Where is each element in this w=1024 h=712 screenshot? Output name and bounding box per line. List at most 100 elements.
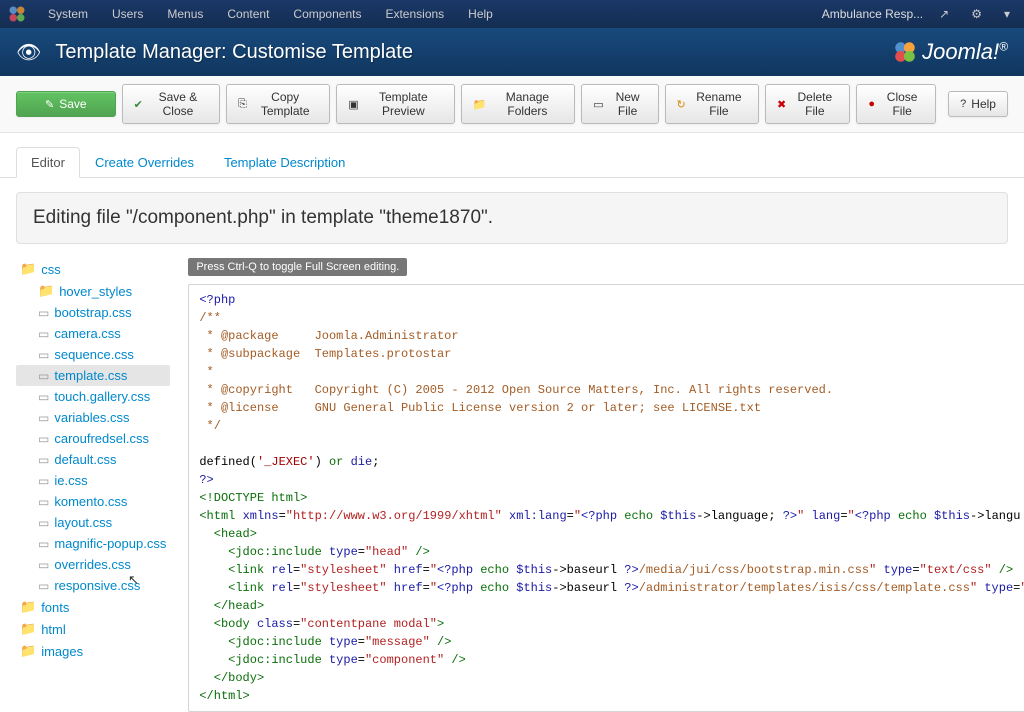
admin-menubar: System Users Menus Content Components Ex… — [0, 0, 1024, 28]
code-content[interactable]: <?php /** * @package Joomla.Administrato… — [189, 285, 1024, 711]
new-file-button[interactable]: ▭New File — [581, 84, 658, 124]
tree-folder-fonts[interactable]: 📁 fonts — [16, 596, 170, 618]
save-close-button[interactable]: ✔Save & Close — [122, 84, 221, 124]
folder-icon: 📁 — [20, 599, 36, 615]
tree-folder-hover_styles[interactable]: 📁 hover_styles — [16, 280, 170, 302]
tree-file-komento-css[interactable]: ▭ komento.css — [16, 491, 170, 512]
tree-item-label: fonts — [41, 600, 69, 615]
menu-help[interactable]: Help — [456, 0, 505, 28]
main-area: 📁css📁hover_styles▭bootstrap.css▭camera.c… — [0, 258, 1024, 712]
file-icon: ▭ — [593, 98, 603, 111]
file-icon: ▭ — [38, 495, 49, 509]
tree-file-touch-gallery-css[interactable]: ▭touch.gallery.css — [16, 386, 170, 407]
folder-icon: 📁 — [20, 621, 36, 637]
file-icon: ▭ — [38, 369, 49, 383]
tree-item-label: images — [41, 644, 83, 659]
folder-icon: 📁 — [38, 283, 54, 299]
tree-folder-images[interactable]: 📁 images — [16, 640, 170, 662]
editor-hint: Press Ctrl-Q to toggle Full Screen editi… — [188, 258, 407, 276]
menu-extensions[interactable]: Extensions — [373, 0, 456, 28]
admin-menu: System Users Menus Content Components Ex… — [36, 0, 822, 28]
external-link-icon[interactable]: ↗ — [933, 7, 955, 21]
save-button[interactable]: ✎Save — [16, 91, 116, 117]
tab-editor[interactable]: Editor — [16, 147, 80, 178]
tree-item-label: komento.css — [54, 494, 127, 509]
tab-template-description[interactable]: Template Description — [209, 147, 360, 178]
delete-file-button[interactable]: ✖Delete File — [765, 84, 850, 124]
tree-file-layout-css[interactable]: ▭layout.css — [16, 512, 170, 533]
refresh-icon: ↻ — [677, 98, 686, 111]
tree-file-caroufredsel-css[interactable]: ▭caroufredsel.css — [16, 428, 170, 449]
chevron-down-icon[interactable]: ▾ — [998, 7, 1016, 21]
menu-content[interactable]: Content — [215, 0, 281, 28]
editing-file-heading: Editing file "/component.php" in templat… — [16, 192, 1008, 244]
tree-item-label: camera.css — [54, 326, 120, 341]
menu-menus[interactable]: Menus — [155, 0, 215, 28]
tree-file-ie-css[interactable]: ▭ ie.css — [16, 470, 170, 491]
file-icon: ▭ — [38, 537, 49, 551]
folder-icon: 📁 — [20, 261, 36, 277]
tree-file-magnific-popup-css[interactable]: ▭ magnific-popup.css — [16, 533, 170, 554]
tabs: Editor Create Overrides Template Descrip… — [0, 133, 1024, 178]
file-icon: ▭ — [38, 516, 49, 530]
file-icon: ▭ — [38, 306, 49, 320]
tree-item-label: ie.css — [54, 473, 87, 488]
tree-item-label: overrides.css — [54, 557, 131, 572]
file-icon: ▭ — [38, 579, 49, 593]
help-button[interactable]: ?Help — [948, 91, 1008, 117]
file-icon: ▭ — [38, 432, 49, 446]
tree-item-label: default.css — [54, 452, 116, 467]
tree-folder-css[interactable]: 📁 css — [16, 258, 170, 280]
file-icon: ▭ — [38, 453, 49, 467]
tree-item-label: hover_styles — [59, 284, 132, 299]
folder-icon: 📁 — [20, 643, 36, 659]
toolbar: ✎Save ✔Save & Close ⎘Copy Template ▣Temp… — [0, 76, 1024, 133]
tree-file-sequence-css[interactable]: ▭ sequence.css — [16, 344, 170, 365]
joomla-icon — [8, 5, 26, 23]
file-icon: ▭ — [38, 348, 49, 362]
delete-icon: ✖ — [777, 98, 786, 111]
close-icon: ● — [868, 98, 875, 110]
admin-right: Ambulance Resp... ↗ ⚙ ▾ — [822, 7, 1016, 21]
tree-file-camera-css[interactable]: ▭camera.css — [16, 323, 170, 344]
gear-icon[interactable]: ⚙ — [965, 7, 988, 21]
file-tree: 📁css📁hover_styles▭bootstrap.css▭camera.c… — [16, 258, 170, 712]
tree-file-responsive-css[interactable]: ▭ responsive.css — [16, 575, 170, 596]
tree-item-label: css — [41, 262, 61, 277]
code-editor[interactable]: <?php /** * @package Joomla.Administrato… — [188, 284, 1024, 712]
folder-icon: 📁 — [473, 98, 487, 111]
joomla-logo-icon — [892, 39, 918, 65]
brand-text: Joomla!® — [922, 39, 1008, 65]
copy-template-button[interactable]: ⎘Copy Template — [226, 84, 330, 124]
tree-folder-html[interactable]: 📁 html — [16, 618, 170, 640]
template-preview-button[interactable]: ▣Template Preview — [336, 84, 454, 124]
menu-system[interactable]: System — [36, 0, 100, 28]
tree-file-bootstrap-css[interactable]: ▭bootstrap.css — [16, 302, 170, 323]
tab-create-overrides[interactable]: Create Overrides — [80, 147, 209, 178]
tree-item-label: magnific-popup.css — [54, 536, 166, 551]
page-title: Template Manager: Customise Template — [55, 41, 892, 64]
site-name-link[interactable]: Ambulance Resp... — [822, 7, 923, 21]
tree-item-label: sequence.css — [54, 347, 134, 362]
menu-components[interactable]: Components — [281, 0, 373, 28]
editor-area: Press Ctrl-Q to toggle Full Screen editi… — [188, 258, 1024, 712]
tree-item-label: responsive.css — [54, 578, 140, 593]
tree-file-variables-css[interactable]: ▭variables.css — [16, 407, 170, 428]
rename-file-button[interactable]: ↻Rename File — [665, 84, 760, 124]
file-icon: ▭ — [38, 474, 49, 488]
tree-item-label: html — [41, 622, 66, 637]
manage-folders-button[interactable]: 📁Manage Folders — [461, 84, 575, 124]
tree-file-default-css[interactable]: ▭ default.css — [16, 449, 170, 470]
tree-item-label: template.css — [54, 368, 127, 383]
file-icon: ▭ — [38, 411, 49, 425]
close-file-button[interactable]: ●Close File — [856, 84, 936, 124]
editing-file-text: Editing file "/component.php" in templat… — [33, 207, 991, 229]
eye-icon: 👁 — [16, 40, 41, 65]
check-icon: ✔ — [134, 98, 143, 111]
menu-users[interactable]: Users — [100, 0, 155, 28]
tree-file-overrides-css[interactable]: ▭ overrides.css — [16, 554, 170, 575]
tree-file-template-css[interactable]: ▭ template.css — [16, 365, 170, 386]
file-icon: ▭ — [38, 558, 49, 572]
image-icon: ▣ — [348, 98, 358, 111]
question-icon: ? — [960, 98, 966, 110]
